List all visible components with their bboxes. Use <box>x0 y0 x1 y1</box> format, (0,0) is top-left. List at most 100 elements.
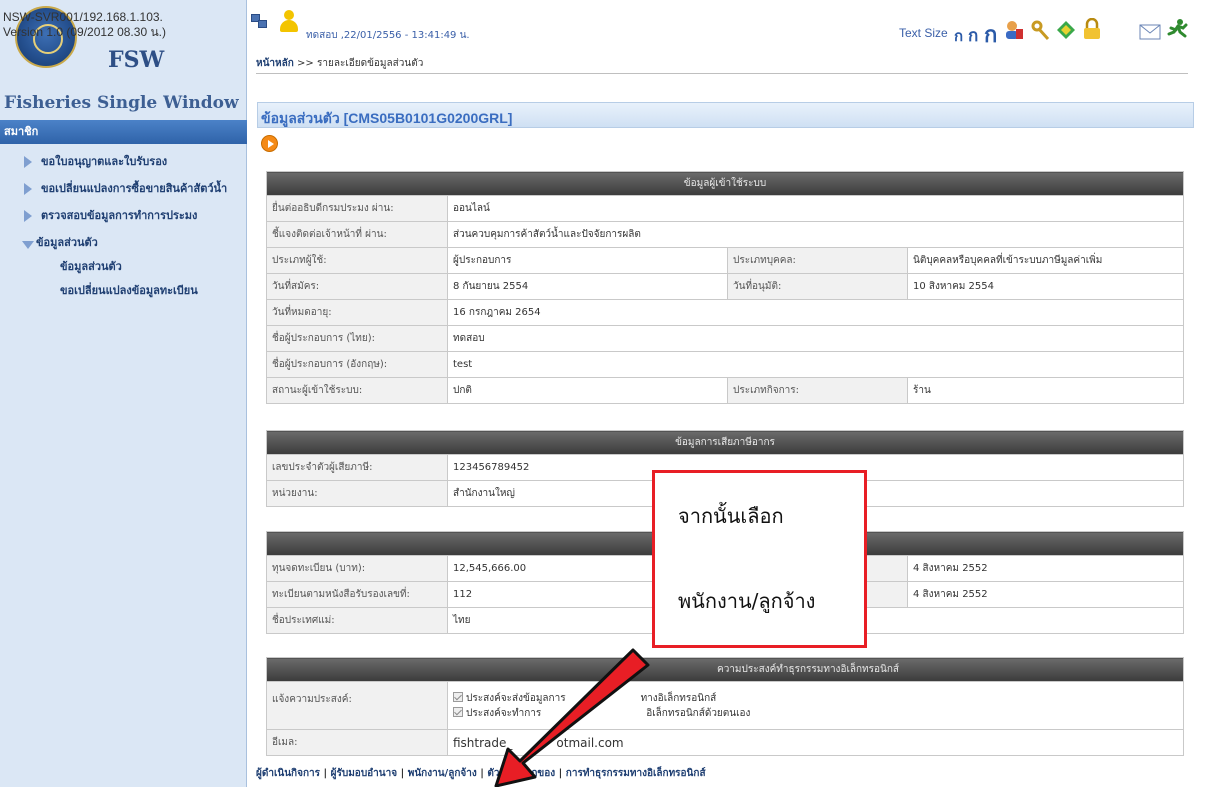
sidebar-item-trade-change[interactable]: ขอเปลี่ยนแปลงการซื้อขายสินค้าสัตว์น้ำ <box>0 179 247 206</box>
next-arrow-button[interactable] <box>261 135 278 152</box>
field-label: ชี้แจงติดต่อเจ้าหน้าที่ ผ่าน: <box>266 221 448 248</box>
instruction-callout: จากนั้นเลือก พนักงาน/ลูกจ้าง <box>652 470 867 648</box>
field-value: 10 สิงหาคม 2554 <box>907 273 1184 300</box>
network-monitor-icon[interactable] <box>251 14 268 30</box>
sidebar-subitem-label[interactable]: ข้อมูลส่วนตัว <box>60 257 122 277</box>
sidebar-item-license[interactable]: ขอใบอนุญาตและใบรับรอง <box>0 152 247 179</box>
field-value: ร้าน <box>907 377 1184 404</box>
table-row: ชี้แจงติดต่อเจ้าหน้าที่ ผ่าน: ส่วนควบคุม… <box>266 221 1184 248</box>
page-title-bar: ข้อมูลส่วนตัว [CMS05B0101G0200GRL] <box>257 102 1194 128</box>
field-value: 8 กันยายน 2554 <box>447 273 728 300</box>
link-operator[interactable]: ผู้ดำเนินกิจการ <box>256 768 320 779</box>
sidebar-item-personal-info[interactable]: ข้อมูลส่วนตัว <box>0 233 247 257</box>
table-row: สถานะผู้เข้าใช้ระบบ: ปกติ ประเภทกิจการ: … <box>266 377 1184 404</box>
field-label: ยื่นต่ออธิบดีกรมประมง ผ่าน: <box>266 195 448 222</box>
field-value: 4 สิงหาคม 2552 <box>907 581 1184 608</box>
table-row: ชื่อผู้ประกอบการ (อังกฤษ): test <box>266 351 1184 378</box>
field-value: ผู้ประกอบการ <box>447 247 728 274</box>
expand-triangle-icon <box>24 156 32 168</box>
logout-running-man-icon[interactable] <box>1166 18 1188 40</box>
sidebar-subitem-change-registration[interactable]: ขอเปลี่ยนแปลงข้อมูลทะเบียน <box>0 281 247 305</box>
link-customs-broker[interactable]: ตัวแทนออกของ <box>487 768 555 779</box>
field-label: วันที่อนุมัติ: <box>727 273 908 300</box>
checkbox-checked-icon[interactable] <box>453 691 463 702</box>
sidebar: NSW-SVR001/192.168.1.103. Version 1.0 (0… <box>0 0 247 787</box>
sidebar-subitem-label[interactable]: ขอเปลี่ยนแปลงข้อมูลทะเบียน <box>60 281 198 301</box>
table-heading: ข้อมูลการเสียภาษีอากร <box>266 430 1184 455</box>
field-label: ประเภทผู้ใช้: <box>266 247 448 274</box>
sidebar-item-label[interactable]: ขอเปลี่ยนแปลงการซื้อขายสินค้าสัตว์น้ำ <box>41 179 227 199</box>
field-value: test <box>447 351 1184 378</box>
link-electronic-transactions[interactable]: การทำธุรกรรมทางอิเล็กทรอนิกส์ <box>566 768 706 779</box>
sidebar-item-fishing-check[interactable]: ตรวจสอบข้อมูลการทำการประมง <box>0 206 247 233</box>
field-label: หน่วยงาน: <box>266 480 448 507</box>
intent-option-2: ประสงค์จะทำการ อิเล็กทรอนิกส์ด้วยตนเอง <box>453 706 1178 721</box>
breadcrumb-separator: >> <box>297 58 314 69</box>
top-bar: ทดสอบ ,22/01/2556 - 13:41:49 น. Text Siz… <box>248 0 1208 48</box>
breadcrumb-home-link[interactable]: หน้าหลัก <box>256 58 294 69</box>
sidebar-item-label[interactable]: ตรวจสอบข้อมูลการทำการประมง <box>41 206 197 226</box>
server-line: NSW-SVR001/192.168.1.103. <box>3 10 163 24</box>
logo-short-name: FSW <box>108 47 165 73</box>
breadcrumb-current: รายละเอียดข้อมูลส่วนตัว <box>316 58 424 69</box>
field-label: วันที่สมัคร: <box>266 273 448 300</box>
diamond-icon[interactable] <box>1056 20 1076 40</box>
key-icon[interactable] <box>1031 20 1051 40</box>
table-row: ประเภทผู้ใช้: ผู้ประกอบการ ประเภทบุคคล: … <box>266 247 1184 274</box>
field-value: 4 สิงหาคม 2552 <box>907 555 1184 582</box>
field-value: 16 กรกฎาคม 2654 <box>447 299 1184 326</box>
field-label: สถานะผู้เข้าใช้ระบบ: <box>266 377 448 404</box>
field-label: แจ้งความประสงค์: <box>266 681 448 730</box>
sidebar-subitem-personal-info[interactable]: ข้อมูลส่วนตัว <box>0 257 247 281</box>
user-icon <box>279 10 299 32</box>
intent-options: ประสงค์จะส่งข้อมูลการ ทางอิเล็กทรอนิกส์ ป… <box>447 681 1184 730</box>
field-label: วันที่หมดอายุ: <box>266 299 448 326</box>
sidebar-item-label[interactable]: ขอใบอนุญาตและใบรับรอง <box>41 152 167 172</box>
link-authorized-person[interactable]: ผู้รับมอบอำนาจ <box>331 768 397 779</box>
table-row: วันที่หมดอายุ: 16 กรกฎาคม 2654 <box>266 299 1184 326</box>
text-size-small-button[interactable]: ก <box>954 24 963 48</box>
field-label: อีเมล: <box>266 729 448 756</box>
email-part: fishtrade_ <box>453 735 513 750</box>
field-label: ชื่อผู้ประกอบการ (อังกฤษ): <box>266 351 448 378</box>
text-size-medium-button[interactable]: ก <box>968 22 978 49</box>
mail-icon[interactable] <box>1139 24 1161 40</box>
field-value: ทดสอบ <box>447 325 1184 352</box>
field-label: ทะเบียนตามหนังสือรับรองเลขที่: <box>266 581 448 608</box>
divider <box>256 73 1188 74</box>
table-heading: ความประสงค์ทำธุรกรรมทางอิเล็กทรอนิกส์ <box>266 657 1184 682</box>
lock-icon[interactable] <box>1082 18 1102 40</box>
sidebar-section-header: สมาชิก <box>0 120 247 144</box>
bottom-link-bar: ผู้ดำเนินกิจการ | ผู้รับมอบอำนาจ | พนักง… <box>256 768 706 779</box>
table-row: ชื่อผู้ประกอบการ (ไทย): ทดสอบ <box>266 325 1184 352</box>
table-row: วันที่สมัคร: 8 กันยายน 2554 วันที่อนุมัต… <box>266 273 1184 300</box>
user-info-table: ข้อมูลผู้เข้าใช้ระบบ ยื่นต่ออธิบดีกรมประ… <box>266 171 1184 404</box>
field-label: ชื่อผู้ประกอบการ (ไทย): <box>266 325 448 352</box>
user-session-info: ทดสอบ ,22/01/2556 - 13:41:49 น. <box>306 30 470 41</box>
user-profile-icon[interactable] <box>1004 20 1024 40</box>
sidebar-menu: ขอใบอนุญาตและใบรับรอง ขอเปลี่ยนแปลงการซื… <box>0 152 247 305</box>
field-value: ออนไลน์ <box>447 195 1184 222</box>
intent-option-1: ประสงค์จะส่งข้อมูลการ ทางอิเล็กทรอนิกส์ <box>453 691 1178 706</box>
version-line: Version 1.0 (09/2012 08.30 น.) <box>3 25 166 39</box>
sidebar-item-label[interactable]: ข้อมูลส่วนตัว <box>36 233 98 253</box>
field-value: ส่วนควบคุมการค้าสัตว์น้ำและปัจจัยการผลิต <box>447 221 1184 248</box>
option-text: ประสงค์จะทำการ <box>466 707 542 719</box>
callout-line-2: พนักงาน/ลูกจ้าง <box>678 589 816 613</box>
text-size-label: Text Size <box>899 26 948 40</box>
option-text: ประสงค์จะส่งข้อมูลการ <box>466 692 566 704</box>
table-heading: ข้อมูลผู้เข้าใช้ระบบ <box>266 171 1184 196</box>
link-employee[interactable]: พนักงาน/ลูกจ้าง <box>408 768 477 779</box>
expand-triangle-icon <box>24 210 32 222</box>
table-row: ยื่นต่ออธิบดีกรมประมง ผ่าน: ออนไลน์ <box>266 195 1184 222</box>
system-info: NSW-SVR001/192.168.1.103. Version 1.0 (0… <box>3 10 166 40</box>
checkbox-checked-icon[interactable] <box>453 706 463 717</box>
page-title: ข้อมูลส่วนตัว [CMS05B0101G0200GRL] <box>261 110 513 126</box>
field-label: ชื่อประเทศแม่: <box>266 607 448 634</box>
field-label: เลขประจำตัวผู้เสียภาษี: <box>266 454 448 481</box>
expand-triangle-icon <box>24 183 32 195</box>
text-size-large-button[interactable]: ก <box>984 17 997 52</box>
brand-title: Fisheries Single Window <box>4 93 239 113</box>
email-part: otmail.com <box>556 735 624 750</box>
field-value: นิติบุคคลหรือบุคคลที่เข้าระบบภาษีมูลค่าเ… <box>907 247 1184 274</box>
